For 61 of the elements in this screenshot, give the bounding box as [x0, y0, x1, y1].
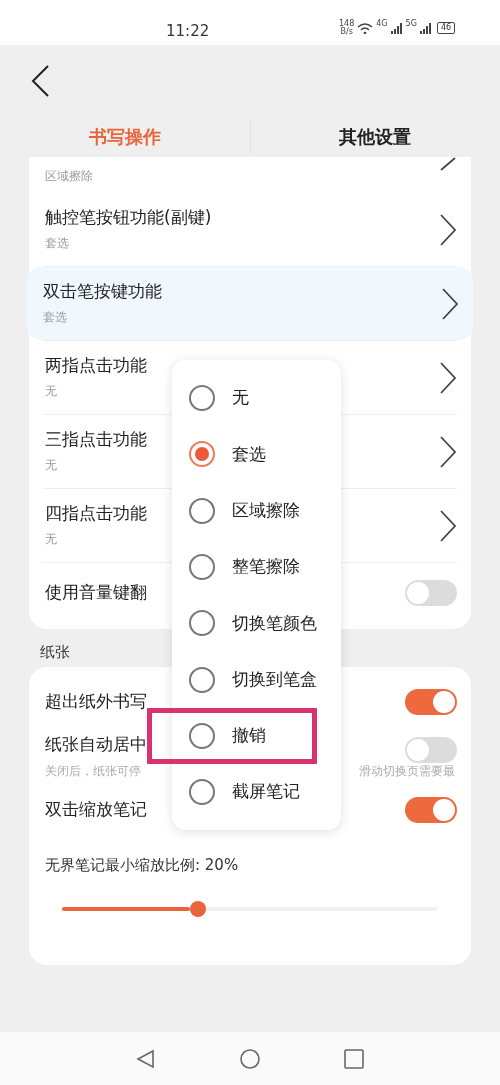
- toggle-switch[interactable]: [405, 797, 457, 823]
- chevron-icon: [439, 508, 457, 543]
- option-label[interactable]: 切换到笔盒: [232, 666, 317, 693]
- radio-button[interactable]: [189, 385, 215, 412]
- network-label: 5G: [405, 20, 417, 28]
- toggle-switch[interactable]: [405, 737, 457, 763]
- home-icon: [239, 1047, 261, 1070]
- option-label[interactable]: 区域擦除: [232, 498, 300, 524]
- slider-thumb[interactable]: [189, 901, 206, 917]
- network-speed: 148: [339, 20, 355, 28]
- setting-title: 使用音量键翻: [45, 581, 147, 605]
- back-icon: [135, 1047, 157, 1070]
- radio-button[interactable]: [189, 497, 215, 524]
- setting-title: 两指点击功能: [45, 354, 147, 377]
- setting-hint: 关闭后，纸张可停: [45, 762, 141, 780]
- toggle-switch[interactable]: [405, 689, 457, 715]
- option-label[interactable]: 无: [232, 385, 249, 411]
- chevron-icon: [441, 286, 459, 321]
- wifi-icon: [357, 22, 374, 34]
- option-label[interactable]: 套选: [232, 441, 266, 468]
- setting-title: 超出纸外书写: [45, 690, 147, 714]
- chevron-icon: [439, 360, 457, 395]
- status-time: 11:22: [166, 24, 210, 39]
- setting-subtitle: 无: [45, 383, 57, 401]
- speed-unit: B/s: [340, 28, 353, 36]
- radio-button[interactable]: [189, 554, 215, 581]
- setting-title: 双击笔按键功能: [43, 280, 162, 303]
- setting-row[interactable]: 双击笔按键功能 套选: [27, 267, 473, 340]
- signal-icon: [419, 22, 432, 34]
- radio-button[interactable]: [189, 722, 215, 749]
- battery-indicator: 46: [436, 22, 456, 34]
- option-label[interactable]: 整笔擦除: [232, 554, 300, 580]
- signal-icon: [390, 22, 403, 34]
- setting-title: 触控笔按钮功能(副键): [45, 206, 212, 229]
- setting-title: 双击缩放笔记: [45, 798, 147, 822]
- chevron-icon: [439, 157, 457, 171]
- slider-label: 无界笔记最小缩放比例: 20%: [45, 856, 239, 874]
- setting-subtitle: 无: [45, 531, 57, 549]
- setting-subtitle: 套选: [43, 309, 67, 327]
- setting-title: 四指点击功能: [45, 502, 147, 525]
- tab[interactable]: 其他设置: [250, 117, 500, 155]
- recents-icon: [343, 1047, 365, 1070]
- radio-button[interactable]: [189, 779, 215, 806]
- setting-title: 三指点击功能: [45, 428, 147, 451]
- radio-button[interactable]: [189, 666, 215, 693]
- option-label[interactable]: 切换笔颜色: [232, 610, 317, 637]
- radio-button[interactable]: [189, 441, 215, 468]
- back-icon: [30, 64, 50, 98]
- setting-subtitle: 套选: [45, 235, 69, 253]
- section-header: 纸张: [39, 642, 71, 663]
- setting-subtitle: 区域擦除: [45, 168, 93, 185]
- chevron-icon: [439, 212, 457, 247]
- setting-subtitle: 无: [45, 457, 57, 475]
- option-label[interactable]: 截屏笔记: [232, 779, 300, 805]
- network-label: 4G: [376, 20, 388, 28]
- setting-title: 纸张自动居中: [45, 733, 147, 757]
- setting-hint: 滑动切换页需要最: [359, 762, 455, 780]
- option-label[interactable]: 撤销: [232, 723, 266, 749]
- toggle-switch[interactable]: [405, 580, 457, 606]
- radio-button[interactable]: [189, 610, 215, 637]
- chevron-icon: [439, 434, 457, 469]
